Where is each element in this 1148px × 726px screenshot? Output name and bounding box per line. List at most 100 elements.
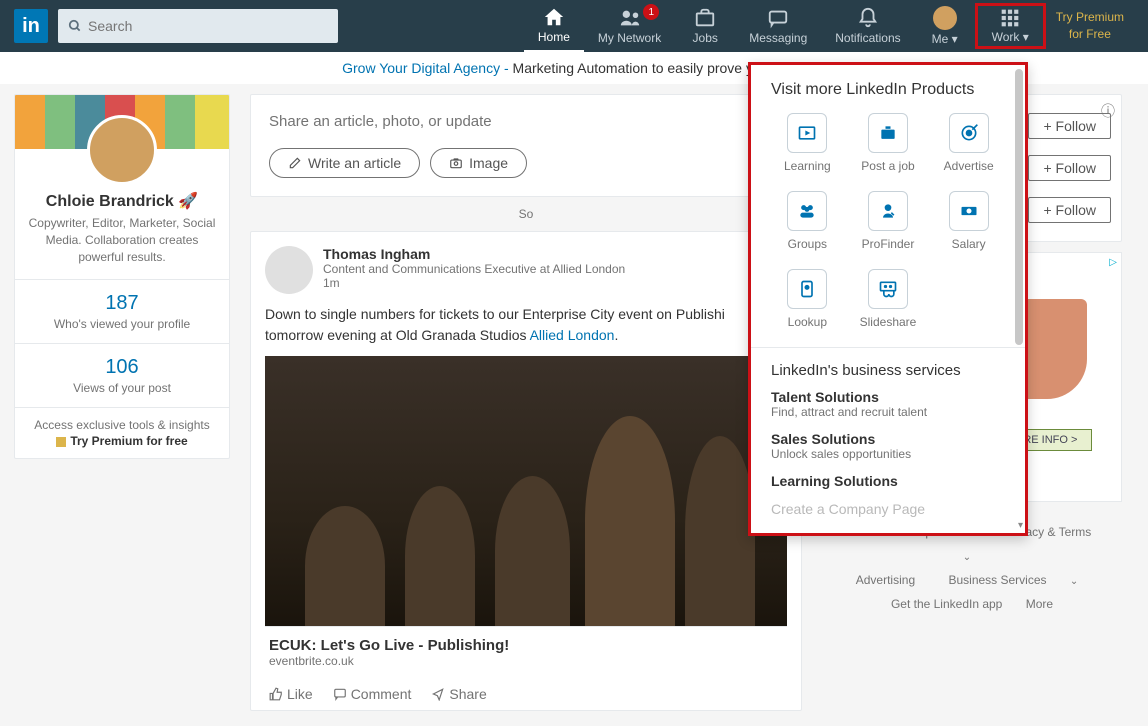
work-create-company[interactable]: Create a Company Page — [771, 501, 1005, 517]
search-box[interactable] — [58, 9, 338, 43]
profile-card: Chloie Brandrick 🚀 Copywriter, Editor, M… — [14, 94, 230, 459]
post-author[interactable]: Thomas Ingham — [323, 246, 625, 262]
nav-notifications[interactable]: Notifications — [821, 0, 914, 52]
profile-banner — [15, 95, 229, 149]
post-link-domain: eventbrite.co.uk — [269, 654, 783, 668]
work-product-label: Learning — [784, 159, 831, 173]
home-icon — [543, 6, 565, 28]
salary-icon — [959, 201, 979, 221]
image-button[interactable]: Image — [430, 148, 527, 178]
work-service-learning[interactable]: Learning Solutions — [771, 473, 1005, 489]
work-service-desc: Unlock sales opportunities — [771, 447, 1005, 461]
groups-icon — [797, 201, 817, 221]
stat-label: Views of your post — [15, 381, 229, 395]
profile-name[interactable]: Chloie Brandrick 🚀 — [27, 191, 217, 211]
work-product-lookup[interactable]: Lookup — [771, 269, 844, 329]
sponsor-link[interactable]: Grow Your Digital Agency - — [342, 60, 512, 76]
nav-network[interactable]: 1 My Network — [584, 0, 675, 52]
top-navbar: in Home 1 My Network Jobs Messaging Noti… — [0, 0, 1148, 52]
stat-post-views[interactable]: 106 Views of your post — [15, 343, 229, 407]
nav-work-label: Work ▾ — [992, 30, 1029, 44]
nav-premium[interactable]: Try Premium for Free — [1046, 0, 1134, 52]
nav-home[interactable]: Home — [524, 0, 584, 52]
profinder-icon — [878, 201, 898, 221]
profile-footer-cta: Try Premium for free — [70, 434, 187, 448]
share-button[interactable]: Share — [431, 686, 486, 702]
work-product-salary[interactable]: Salary — [932, 191, 1005, 251]
jobs-icon — [694, 7, 716, 29]
work-product-label: Lookup — [788, 315, 827, 329]
nav-messaging[interactable]: Messaging — [735, 0, 821, 52]
image-label: Image — [469, 155, 508, 171]
post-avatar[interactable] — [265, 246, 313, 294]
post-time: 1m — [323, 276, 625, 290]
work-service-title: Talent Solutions — [771, 389, 1005, 405]
profile-premium-cta[interactable]: Access exclusive tools & insights Try Pr… — [15, 407, 229, 458]
work-service-title: Learning Solutions — [771, 473, 1005, 489]
work-panel-title: Visit more LinkedIn Products — [771, 81, 1005, 99]
network-icon — [619, 7, 641, 29]
follow-button[interactable]: Follow — [1028, 113, 1111, 139]
work-product-slideshare[interactable]: Slideshare — [852, 269, 925, 329]
work-product-postjob[interactable]: Post a job — [852, 113, 925, 173]
post-image[interactable] — [265, 356, 787, 626]
search-icon — [68, 19, 82, 33]
work-products-grid: Learning Post a job Advertise Groups Pro… — [771, 113, 1005, 329]
stat-profile-views[interactable]: 187 Who's viewed your profile — [15, 280, 229, 343]
write-article-button[interactable]: Write an article — [269, 148, 420, 178]
feed-post: Thomas Ingham Content and Communications… — [250, 231, 802, 711]
work-biz-title: LinkedIn's business services — [771, 362, 1005, 379]
linkedin-logo[interactable]: in — [14, 9, 48, 43]
work-product-label: Salary — [952, 237, 986, 251]
footer-business[interactable]: Business Services ⌄ — [938, 573, 1088, 587]
work-product-label: Post a job — [861, 159, 914, 173]
info-icon[interactable]: ⓘ — [1101, 101, 1115, 121]
nav-jobs[interactable]: Jobs — [675, 0, 735, 52]
pencil-icon — [288, 156, 302, 170]
briefcase-icon — [878, 123, 898, 143]
post-body-text: Down to single numbers for tickets to ou… — [265, 306, 725, 343]
premium-line1: Try Premium — [1056, 9, 1124, 26]
footer-advertising[interactable]: Advertising — [856, 573, 915, 587]
sort-row[interactable]: So — [250, 197, 802, 231]
play-icon — [797, 123, 817, 143]
panel-scrollbar[interactable] — [1015, 69, 1023, 529]
me-avatar — [933, 6, 957, 30]
nav-work[interactable]: Work ▾ — [975, 3, 1046, 49]
adchoices-icon[interactable]: ▷ — [1109, 257, 1117, 268]
work-product-label: ProFinder — [862, 237, 915, 251]
share-label: Share — [449, 686, 486, 702]
work-service-talent[interactable]: Talent Solutions Find, attract and recru… — [771, 389, 1005, 419]
profile-desc: Copywriter, Editor, Marketer, Social Med… — [27, 215, 217, 265]
footer-getapp[interactable]: Get the LinkedIn app — [891, 597, 1002, 611]
messaging-icon — [767, 7, 789, 29]
work-product-learning[interactable]: Learning — [771, 113, 844, 173]
share-input[interactable]: Share an article, photo, or update — [269, 113, 783, 130]
work-product-groups[interactable]: Groups — [771, 191, 844, 251]
work-product-advertise[interactable]: Advertise — [932, 113, 1005, 173]
follow-button[interactable]: Follow — [1028, 155, 1111, 181]
footer-more[interactable]: More — [1026, 597, 1053, 611]
like-button[interactable]: Like — [269, 686, 313, 702]
post-body-suffix: . — [614, 327, 618, 343]
comment-icon — [333, 687, 347, 701]
lookup-icon — [797, 279, 817, 299]
post-link-card[interactable]: ECUK: Let's Go Live - Publishing! eventb… — [265, 626, 787, 678]
profile-avatar[interactable] — [87, 115, 157, 185]
work-product-profinder[interactable]: ProFinder — [852, 191, 925, 251]
follow-button[interactable]: Follow — [1028, 197, 1111, 223]
nav-me[interactable]: Me ▾ — [915, 0, 975, 52]
search-input[interactable] — [88, 18, 328, 34]
work-service-desc: Find, attract and recruit talent — [771, 405, 1005, 419]
profile-footer-text: Access exclusive tools & insights — [34, 418, 209, 432]
nav-jobs-label: Jobs — [693, 31, 718, 45]
work-service-sales[interactable]: Sales Solutions Unlock sales opportuniti… — [771, 431, 1005, 461]
bell-icon — [857, 7, 879, 29]
post-body: Down to single numbers for tickets to ou… — [265, 304, 787, 346]
premium-icon — [56, 437, 66, 447]
stat-num: 106 — [15, 356, 229, 379]
post-body-link[interactable]: Allied London — [530, 327, 615, 343]
work-product-label: Slideshare — [860, 315, 917, 329]
nav-notifications-label: Notifications — [835, 31, 900, 45]
comment-button[interactable]: Comment — [333, 686, 412, 702]
